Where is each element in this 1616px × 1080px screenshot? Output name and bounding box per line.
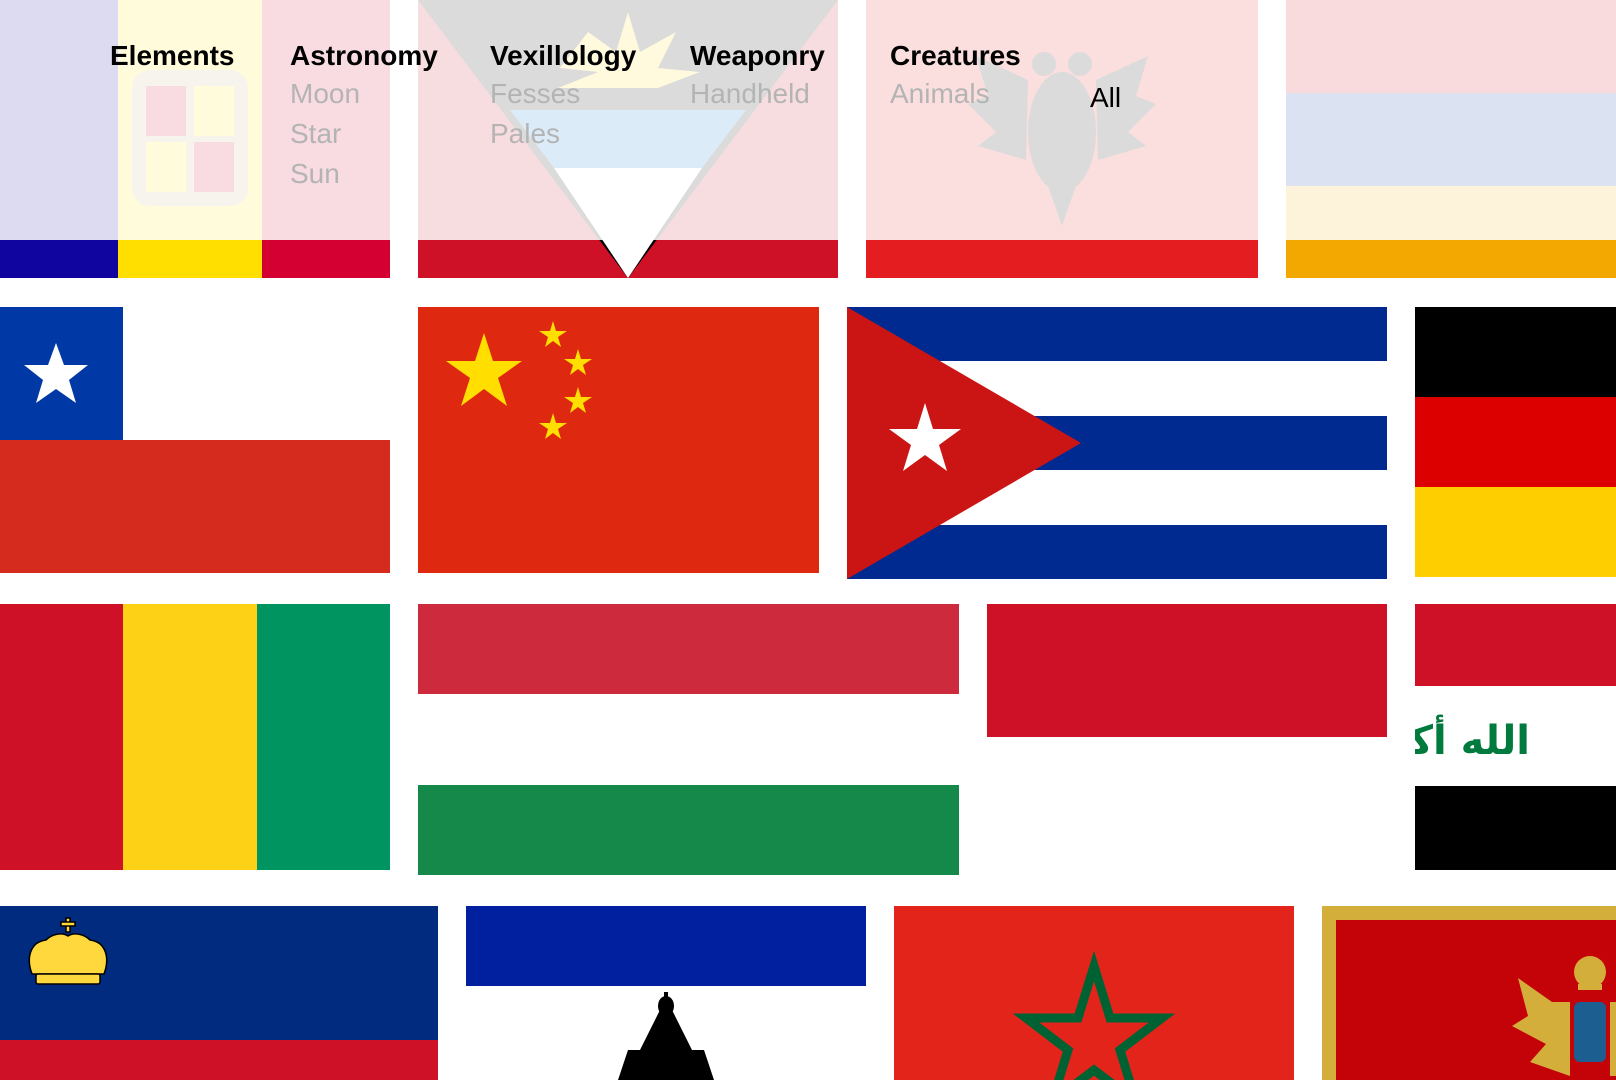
iraq-inscription: الله أكبر [1415, 714, 1530, 764]
menu-category-creatures: Creatures Animals [890, 38, 1021, 114]
flag-china[interactable] [418, 307, 819, 573]
lesotho-flag-graphic [466, 906, 866, 1080]
flag-montenegro[interactable] [1322, 906, 1616, 1080]
chile-flag-graphic [0, 307, 390, 573]
china-flag-graphic [418, 307, 819, 573]
liechtenstein-flag-graphic [0, 906, 438, 1080]
menu-item-fesses[interactable]: Fesses [490, 74, 636, 114]
flag-lesotho[interactable] [466, 906, 866, 1080]
category-menu: Elements Astronomy Moon Star Sun Vexillo… [0, 0, 1616, 240]
menu-title-astronomy[interactable]: Astronomy [290, 38, 438, 74]
menu-item-sun[interactable]: Sun [290, 154, 438, 194]
flag-germany[interactable] [1415, 307, 1616, 577]
flag-cuba[interactable] [847, 307, 1387, 579]
montenegro-flag-graphic [1322, 906, 1616, 1080]
menu-category-elements: Elements [110, 38, 235, 74]
flag-guinea[interactable] [0, 604, 390, 870]
germany-flag-graphic [1415, 307, 1616, 577]
flag-liechtenstein[interactable] [0, 906, 438, 1080]
menu-item-handheld[interactable]: Handheld [690, 74, 825, 114]
menu-title-vexillology[interactable]: Vexillology [490, 38, 636, 74]
cuba-flag-graphic [847, 307, 1387, 579]
flag-morocco[interactable] [894, 906, 1294, 1080]
flag-hungary[interactable] [418, 604, 959, 875]
iraq-flag-graphic: الله أكبر [1415, 604, 1616, 870]
menu-category-vexillology: Vexillology Fesses Pales [490, 38, 636, 154]
menu-title-weaponry[interactable]: Weaponry [690, 38, 825, 74]
morocco-flag-graphic [894, 906, 1294, 1080]
flag-chile[interactable] [0, 307, 390, 573]
menu-title-elements[interactable]: Elements [110, 38, 235, 74]
flag-iraq[interactable]: الله أكبر [1415, 604, 1616, 870]
flag-indonesia[interactable] [987, 604, 1387, 870]
guinea-flag-graphic [0, 604, 390, 870]
indonesia-flag-graphic [987, 604, 1387, 870]
menu-title-creatures[interactable]: Creatures [890, 38, 1021, 74]
menu-item-animals[interactable]: Animals [890, 74, 1021, 114]
menu-item-pales[interactable]: Pales [490, 114, 636, 154]
menu-category-weaponry: Weaponry Handheld [690, 38, 825, 114]
menu-category-astronomy: Astronomy Moon Star Sun [290, 38, 438, 194]
menu-item-star[interactable]: Star [290, 114, 438, 154]
menu-item-moon[interactable]: Moon [290, 74, 438, 114]
menu-all-link[interactable]: All [1090, 78, 1121, 118]
hungary-flag-graphic [418, 604, 959, 875]
